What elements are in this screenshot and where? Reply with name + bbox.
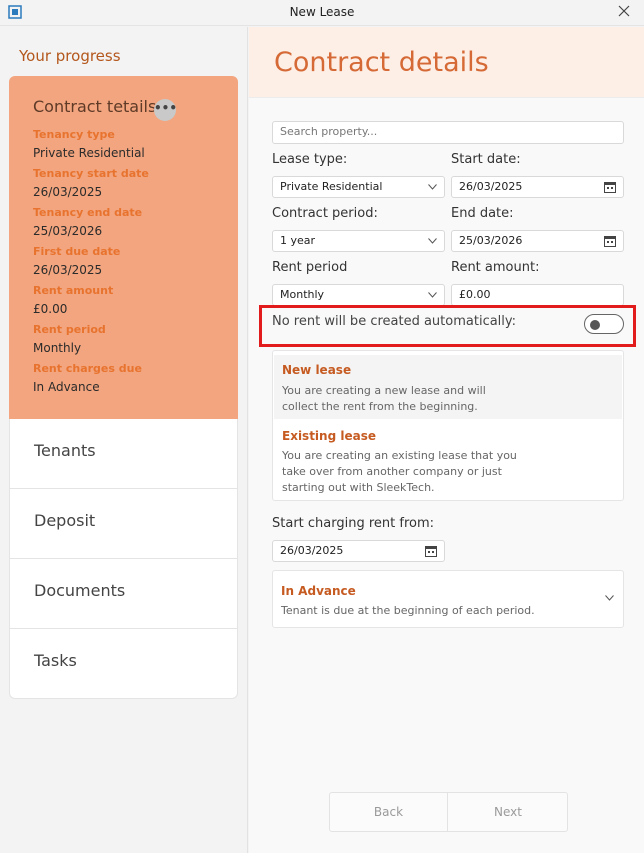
navigation-buttons: Back Next (329, 792, 568, 832)
option-title: New lease (282, 363, 352, 377)
start-date-label: Start date: (451, 152, 521, 167)
step-label: Deposit (34, 511, 96, 530)
lease-type-label: Lease type: (272, 152, 348, 167)
rent-period-label: Rent period (272, 260, 348, 275)
step-label: Documents (34, 581, 126, 600)
step-label: Tasks (34, 651, 77, 670)
step-documents[interactable]: Documents (9, 559, 238, 629)
summary-label-end-date: Tenancy end date (33, 206, 143, 219)
end-date-picker[interactable]: 25/03/2026 (451, 230, 624, 252)
step-tasks[interactable]: Tasks (9, 629, 238, 699)
start-charging-date-picker[interactable]: 26/03/2025 (272, 540, 445, 562)
option-description: You are creating an existing lease that … (282, 449, 517, 494)
step-deposit[interactable]: Deposit (9, 489, 238, 559)
summary-value-rent-amount: £0.00 (33, 302, 68, 316)
summary-value-rent-period: Monthly (33, 341, 82, 355)
start-date-value: 26/03/2025 (459, 180, 523, 193)
next-button[interactable]: Next (449, 793, 567, 831)
page-title: Contract details (274, 47, 489, 78)
rent-period-select[interactable]: Monthly (272, 284, 445, 306)
summary-value-start-date: 26/03/2025 (33, 185, 103, 199)
start-date-picker[interactable]: 26/03/2025 (451, 176, 624, 198)
summary-value-first-due: 26/03/2025 (33, 263, 103, 277)
chevron-down-icon (428, 238, 437, 244)
rent-period-value: Monthly (280, 288, 325, 301)
lease-type-value: Private Residential (280, 180, 383, 193)
progress-title: Your progress (19, 47, 121, 65)
step-tenants[interactable]: Tenants (9, 419, 238, 489)
option-description: You are creating a new lease and will co… (282, 384, 486, 413)
option-existing-lease[interactable]: Existing lease You are creating an exist… (274, 421, 622, 494)
calendar-icon[interactable] (604, 235, 616, 247)
lease-type-options: New lease You are creating a new lease a… (272, 350, 624, 501)
end-date-label: End date: (451, 206, 514, 221)
option-new-lease[interactable]: New lease You are creating a new lease a… (274, 355, 622, 419)
more-options-icon[interactable]: ••• (154, 99, 177, 121)
contract-details-panel: Contract details Search property... Leas… (249, 27, 644, 853)
window-title: New Lease (289, 5, 355, 19)
option-title: Existing lease (282, 429, 376, 443)
chevron-down-icon (605, 595, 614, 601)
summary-label-rent-amount: Rent amount (33, 284, 114, 297)
contract-period-label: Contract period: (272, 206, 378, 221)
step-contract-details[interactable]: Contract tetails ••• Tenancy type Privat… (9, 76, 238, 419)
chevron-down-icon (428, 184, 437, 190)
lease-type-select[interactable]: Private Residential (272, 176, 445, 198)
rent-amount-label: Rent amount: (451, 260, 540, 275)
auto-rent-toggle[interactable] (584, 314, 624, 334)
step-heading: Contract tetails (33, 97, 157, 116)
progress-sidebar: Your progress Contract tetails ••• Tenan… (0, 27, 248, 853)
close-icon[interactable] (617, 4, 631, 18)
summary-label-first-due: First due date (33, 245, 121, 258)
panel-header: Contract details (249, 27, 644, 98)
title-bar: New Lease (0, 0, 644, 26)
end-date-value: 25/03/2026 (459, 234, 523, 247)
summary-value-tenancy-type: Private Residential (33, 146, 145, 160)
contract-period-select[interactable]: 1 year (272, 230, 445, 252)
contract-period-value: 1 year (280, 234, 316, 247)
back-button[interactable]: Back (330, 793, 448, 831)
search-property-input[interactable]: Search property... (272, 121, 624, 144)
rent-amount-input[interactable]: £0.00 (451, 284, 624, 306)
auto-rent-label: No rent will be created automatically: (272, 314, 517, 329)
summary-label-charges-due: Rent charges due (33, 362, 142, 375)
start-charging-value: 26/03/2025 (280, 544, 344, 557)
calendar-icon[interactable] (425, 545, 437, 557)
summary-label-start-date: Tenancy start date (33, 167, 149, 180)
summary-value-end-date: 25/03/2026 (33, 224, 103, 238)
toggle-knob (590, 320, 600, 330)
summary-value-charges-due: In Advance (33, 380, 100, 394)
charge-timing-expander[interactable]: In Advance Tenant is due at the beginnin… (272, 570, 624, 628)
step-label: Tenants (34, 441, 96, 460)
charge-timing-title: In Advance (281, 584, 356, 598)
charge-timing-description: Tenant is due at the beginning of each p… (281, 604, 535, 617)
chevron-down-icon (428, 292, 437, 298)
calendar-icon[interactable] (604, 181, 616, 193)
start-charging-label: Start charging rent from: (272, 516, 435, 531)
summary-label-tenancy-type: Tenancy type (33, 128, 115, 141)
summary-label-rent-period: Rent period (33, 323, 106, 336)
